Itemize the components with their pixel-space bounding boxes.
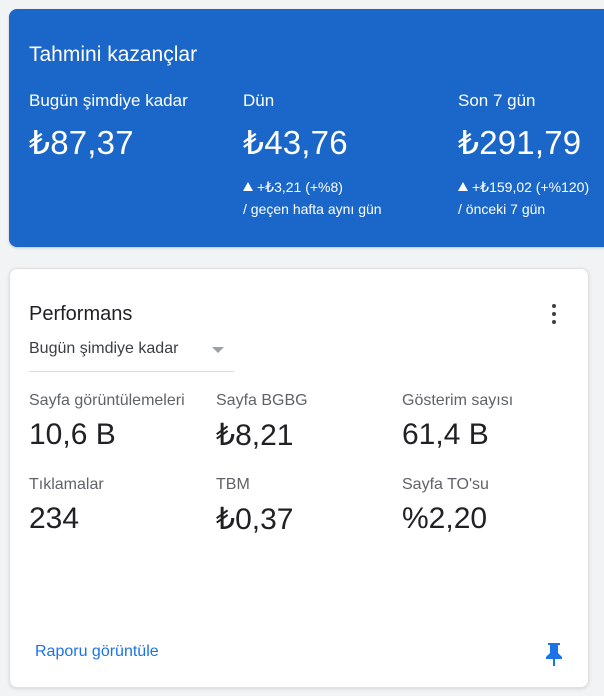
stat-value: %2,20 xyxy=(402,502,488,535)
earnings-today-value: ₺87,37 xyxy=(29,124,134,161)
stat-label: Sayfa görüntülemeleri xyxy=(29,392,185,409)
stat-label: Sayfa BGBG xyxy=(216,392,308,409)
stat-page-rpm: Sayfa BGBG ₺8,21 xyxy=(216,392,386,453)
stat-label: Gösterim sayısı xyxy=(402,392,514,409)
earnings-last7-value: ₺291,79 xyxy=(458,124,582,161)
performance-title: Performans xyxy=(29,303,133,325)
stat-cpc: TBM ₺0,37 xyxy=(216,476,386,537)
stat-value: ₺8,21 xyxy=(216,419,294,452)
earnings-title: Tahmini kazançlar xyxy=(29,43,198,66)
view-report-link[interactable]: Raporu görüntüle xyxy=(35,643,159,661)
earnings-yesterday-compare: / geçen hafta aynı gün xyxy=(243,201,382,217)
date-range-value: Bugün şimdiye kadar xyxy=(29,340,179,357)
earnings-yesterday-delta: +₺3,21 (+%8) xyxy=(257,179,343,195)
stat-impressions: Gösterim sayısı 61,4 B xyxy=(402,392,572,452)
earnings-last7: Son 7 gün ₺291,79 +₺159,02 (+%120) / önc… xyxy=(458,91,589,220)
earnings-last7-change: +₺159,02 (+%120) / önceki 7 gün xyxy=(458,176,589,220)
earnings-today: Bugün şimdiye kadar ₺87,37 xyxy=(29,91,188,162)
earnings-yesterday: Dün ₺43,76 +₺3,21 (+%8) / geçen hafta ay… xyxy=(243,91,382,220)
dropdown-caret-icon xyxy=(212,347,224,353)
arrow-up-icon xyxy=(243,182,253,191)
stat-clicks: Tıklamalar 234 xyxy=(29,476,199,536)
earnings-last7-compare: / önceki 7 gün xyxy=(458,201,546,217)
date-range-dropdown[interactable]: Bugün şimdiye kadar xyxy=(29,337,234,372)
estimated-earnings-card: Tahmini kazançlar Bugün şimdiye kadar ₺8… xyxy=(9,9,604,247)
stat-page-ctr: Sayfa TO'su %2,20 xyxy=(402,476,572,536)
stat-label: Tıklamalar xyxy=(29,476,104,493)
earnings-last7-label: Son 7 gün xyxy=(458,91,536,110)
earnings-yesterday-value: ₺43,76 xyxy=(243,124,348,161)
pin-icon[interactable] xyxy=(543,641,565,667)
stat-value: 234 xyxy=(29,502,80,535)
earnings-last7-delta: +₺159,02 (+%120) xyxy=(472,179,590,195)
earnings-yesterday-label: Dün xyxy=(243,91,275,110)
stat-value: ₺0,37 xyxy=(216,503,294,536)
more-vert-icon[interactable] xyxy=(546,304,562,326)
arrow-up-icon xyxy=(458,182,468,191)
earnings-yesterday-change: +₺3,21 (+%8) / geçen hafta aynı gün xyxy=(243,176,382,220)
stat-label: TBM xyxy=(216,476,250,493)
performance-card: Performans Bugün şimdiye kadar Sayfa gör… xyxy=(9,268,589,688)
stat-value: 10,6 B xyxy=(29,418,116,451)
stat-page-views: Sayfa görüntülemeleri 10,6 B xyxy=(29,392,199,452)
stat-label: Sayfa TO'su xyxy=(402,476,489,493)
earnings-today-label: Bugün şimdiye kadar xyxy=(29,91,188,110)
stat-value: 61,4 B xyxy=(402,418,489,451)
